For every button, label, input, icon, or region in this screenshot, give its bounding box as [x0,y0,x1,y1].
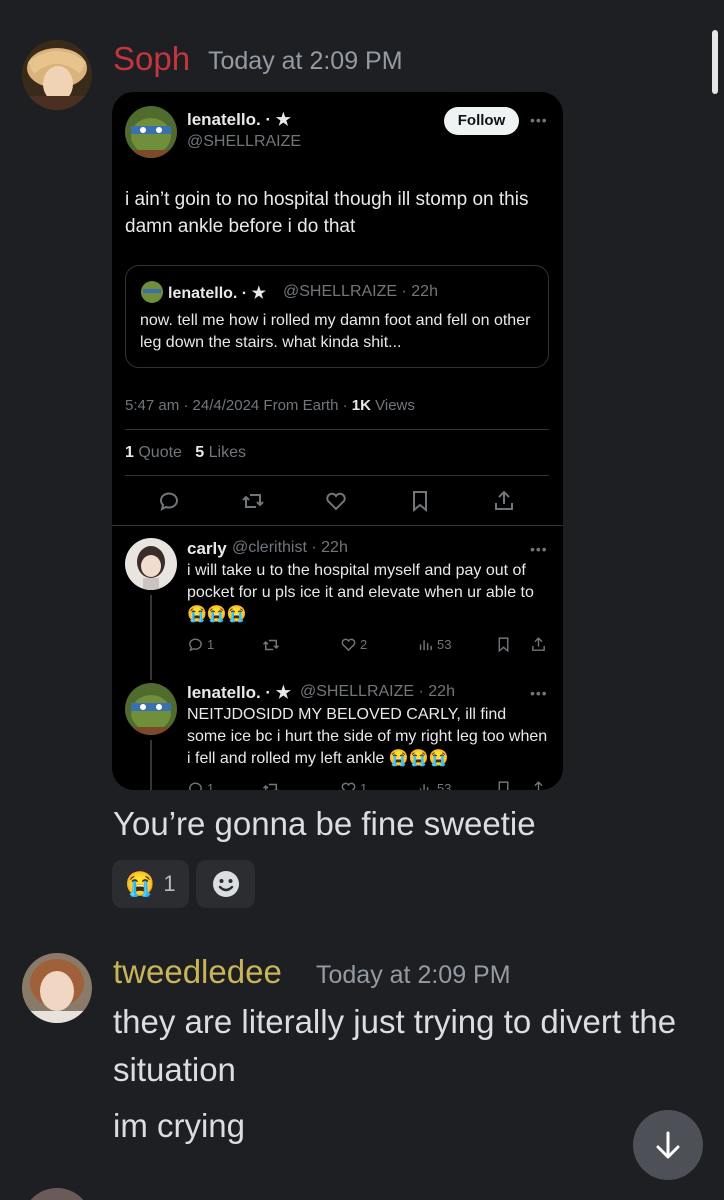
reply-action[interactable]: 1 [187,636,214,653]
reply-text: NEITJDOSIDD MY BELOVED CARLY, ill find s… [187,706,548,767]
quote-count: 1 [125,444,134,461]
share-icon[interactable] [530,780,547,790]
reply-avatar [125,683,177,735]
tweet-author-avatar [125,106,177,158]
bookmark-icon[interactable] [495,780,512,790]
views-icon [419,640,432,651]
views-count: 1K [351,397,371,414]
likes-label[interactable]: Likes [209,444,246,461]
message-text: im crying [113,1107,246,1144]
avatar[interactable] [22,40,92,110]
timestamp: Today at 2:09 PM [208,47,403,75]
reply-handle-time: @SHELLRAIZE · 22h [300,683,455,700]
like-action[interactable]: 2 [340,636,367,653]
bookmark-icon[interactable] [495,636,512,653]
share-icon[interactable] [530,636,547,653]
views-action[interactable]: 53 [417,636,451,653]
tweet-date: 5:47 am · 24/4/2024 From Earth · [125,397,348,414]
timestamp: Today at 2:09 PM [316,961,511,989]
tweet-stats: 1 Quote 5 Likes [125,444,246,462]
tweet-embed-image[interactable]: lenatello. · ★ @SHELLRAIZE Follow ••• i … [112,92,563,790]
reply-icon[interactable] [157,489,181,513]
quoted-handle-time: @SHELLRAIZE · 22h [283,283,438,300]
views-label: Views [375,397,415,414]
reply-action[interactable]: 1 [187,780,214,790]
tweet-author-handle: @SHELLRAIZE [187,133,302,150]
follow-button[interactable]: Follow [444,107,519,135]
quoted-name: lenatello. · ★ [168,285,266,302]
more-dots-icon[interactable]: ••• [530,541,548,557]
message-text: they are literally just trying to divert… [113,1003,677,1088]
reply-name: carly [187,539,227,558]
like-count: 1 [360,781,368,790]
reply-icon [189,782,202,790]
view-count: 53 [437,637,452,652]
add-reaction-icon [212,871,239,897]
username[interactable]: Soph [113,40,190,78]
reply-text: i will take u to the hospital myself and… [187,562,534,623]
retweet-icon[interactable] [262,780,280,790]
quoted-tweet[interactable]: lenatello. · ★ @SHELLRAIZE · 22h now. te… [125,265,549,368]
thread-line [150,740,152,790]
quoted-text: now. tell me how i rolled my damn foot a… [140,312,531,351]
reaction-crying[interactable]: 😭 1 [112,860,189,908]
views-action[interactable]: 53 [417,780,451,790]
reaction-count: 1 [163,871,176,896]
quoted-avatar [141,281,163,303]
scrollbar[interactable] [712,30,718,94]
retweet-icon[interactable] [241,489,265,513]
quote-label[interactable]: Quote [138,444,182,461]
more-dots-icon[interactable]: ••• [530,112,548,128]
divider [112,525,563,526]
reply-count: 1 [207,637,215,652]
like-icon[interactable] [324,489,348,513]
reply-avatar [125,538,177,590]
reply-handle-time: @clerithist · 22h [232,539,348,556]
share-icon[interactable] [492,489,516,513]
views-icon [419,784,432,790]
avatar[interactable] [22,1188,92,1200]
reply-name: lenatello. · ★ [187,683,292,702]
tweet-meta: 5:47 am · 24/4/2024 From Earth · 1K View… [125,397,415,414]
tweet-text: i ain’t goin to no hospital though ill s… [125,189,529,237]
like-icon [341,782,356,790]
reaction-emoji: 😭 [125,870,156,898]
message-text: You’re gonna be fine sweetie [113,805,536,842]
username[interactable]: tweedledee [113,953,282,991]
like-action[interactable]: 1 [340,780,367,790]
reply-count: 1 [207,781,215,790]
divider [125,429,549,430]
more-dots-icon[interactable]: ••• [530,685,548,701]
reply-icon [189,638,202,652]
bookmark-icon[interactable] [408,489,432,513]
retweet-icon[interactable] [262,636,280,654]
likes-count: 5 [195,444,205,461]
avatar[interactable] [22,953,92,1023]
like-icon [341,638,356,652]
arrow-down-icon [656,1131,680,1159]
tweet-author-name: lenatello. · ★ [187,110,292,129]
thread-line [150,595,152,680]
view-count: 53 [437,781,452,790]
divider [125,475,549,476]
jump-to-present-button[interactable] [633,1110,703,1180]
add-reaction-button[interactable] [196,860,255,908]
like-count: 2 [360,637,368,652]
